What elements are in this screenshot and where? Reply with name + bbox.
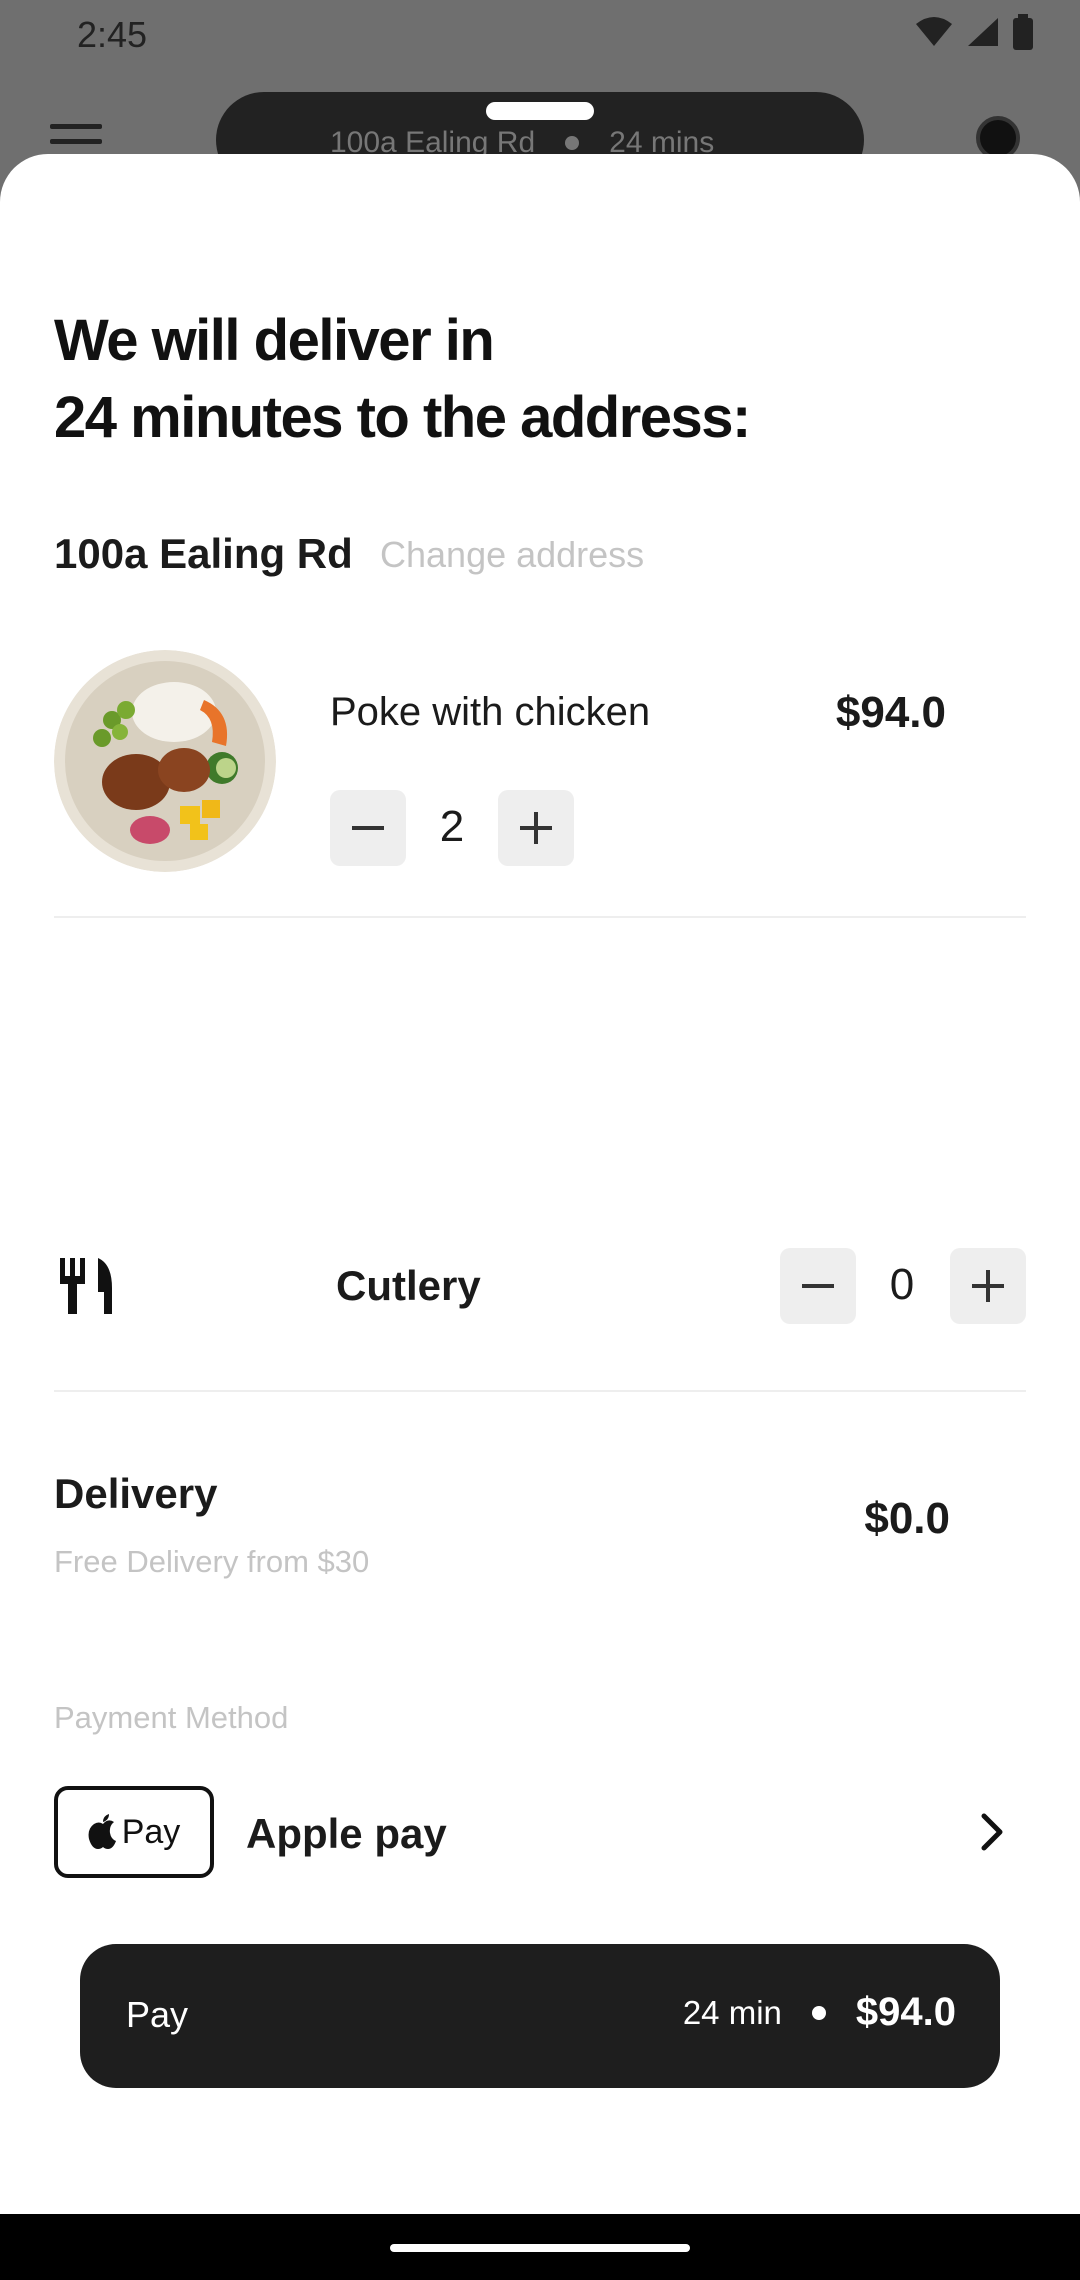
delivery-address: 100a Ealing Rd — [54, 530, 353, 577]
cutlery-decrease-button[interactable] — [780, 1248, 856, 1324]
headline-line-2: 24 minutes to the address: — [54, 385, 751, 450]
home-handle[interactable] — [390, 2244, 690, 2252]
cutlery-quantity: 0 — [889, 1260, 915, 1309]
minus-icon — [802, 1284, 834, 1288]
payment-method-name[interactable]: Apple pay — [246, 1810, 447, 1858]
page-title: We will deliver in 24 minutes to the add… — [54, 302, 751, 456]
order-sheet: We will deliver in 24 minutes to the add… — [0, 102, 1080, 2214]
pay-button-total: $94.0 — [855, 1990, 956, 2034]
apple-logo-icon — [88, 1814, 116, 1849]
apple-pay-badge: Pay — [54, 1786, 214, 1878]
product-name: Poke with chicken — [330, 690, 651, 734]
plus-icon — [520, 812, 552, 844]
plus-icon — [972, 1270, 1004, 1302]
signal-icon — [968, 18, 998, 46]
product-price: $94.0 — [835, 688, 946, 737]
cutlery-icon — [60, 1258, 112, 1314]
system-navigation-bar — [0, 2214, 1080, 2280]
status-bar: 2:45 — [0, 0, 1080, 80]
pay-button[interactable]: Pay 24 min $94.0 — [80, 1944, 1000, 2088]
status-time: 2:45 — [77, 14, 148, 55]
chevron-right-icon[interactable] — [978, 1812, 1006, 1852]
cutlery-label: Cutlery — [336, 1262, 481, 1309]
pay-button-summary: 24 min $94.0 — [683, 1990, 956, 2035]
minus-icon — [352, 826, 384, 830]
divider — [54, 916, 1026, 918]
status-icons — [914, 14, 1034, 50]
divider — [54, 1390, 1026, 1392]
pay-button-eta: 24 min — [682, 1993, 782, 2031]
product-quantity: 2 — [439, 802, 465, 851]
apple-pay-badge-text: Pay — [121, 1812, 181, 1851]
separator-dot — [811, 2005, 826, 2020]
headline-line-1: We will deliver in — [54, 308, 495, 373]
change-address-link[interactable]: Change address — [380, 534, 644, 576]
increase-quantity-button[interactable] — [498, 790, 574, 866]
delivery-price: $0.0 — [864, 1494, 950, 1543]
battery-icon — [1013, 14, 1033, 50]
pay-button-label: Pay — [126, 1994, 189, 2035]
payment-method-label: Payment Method — [54, 1700, 289, 1735]
delivery-title: Delivery — [54, 1470, 218, 1517]
decrease-quantity-button[interactable] — [330, 790, 406, 866]
delivery-subtitle: Free Delivery from $30 — [54, 1544, 370, 1579]
cutlery-increase-button[interactable] — [950, 1248, 1026, 1324]
sheet-grabber[interactable] — [486, 102, 594, 120]
wifi-icon — [916, 17, 952, 46]
product-image — [54, 650, 276, 872]
